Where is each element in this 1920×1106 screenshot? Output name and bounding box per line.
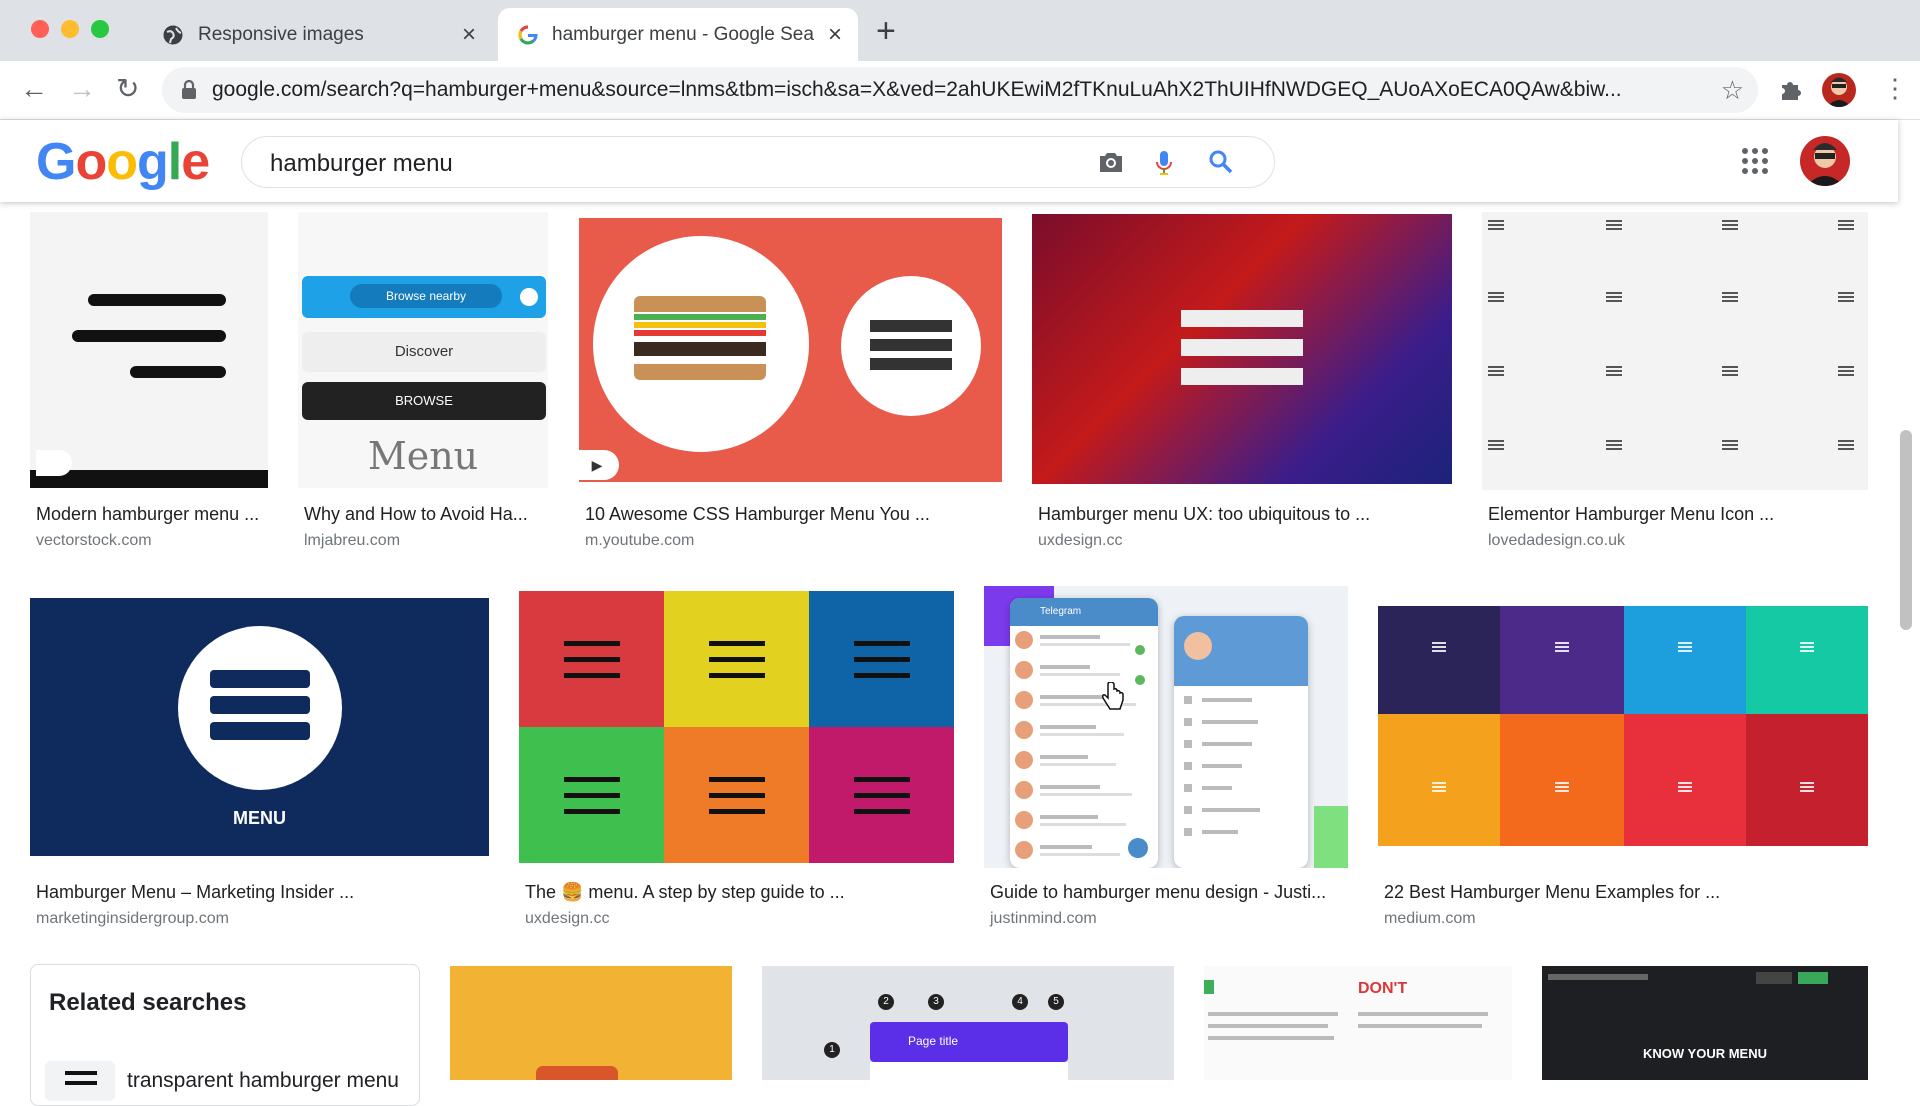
search-input[interactable]: hamburger menu (270, 150, 453, 178)
result-caption[interactable]: Elementor Hamburger Menu Icon ... (1488, 504, 1868, 525)
tab-title: Responsive images (198, 23, 364, 45)
address-bar[interactable]: google.com/search?q=hamburger+menu&sourc… (162, 67, 1758, 113)
related-search-item[interactable]: transparent hamburger menu (127, 1069, 399, 1093)
search-box[interactable]: hamburger menu (241, 136, 1275, 188)
microphone-icon[interactable] (1154, 149, 1174, 177)
browser-toolbar: ← → ↻ google.com/search?q=hamburger+menu… (0, 61, 1920, 120)
profile-avatar[interactable] (1822, 73, 1856, 107)
search-icon[interactable] (1208, 149, 1234, 175)
result-image-9[interactable] (1378, 606, 1868, 846)
result-image-2[interactable]: Browse nearby Discover BROWSE Menu (298, 212, 548, 488)
tab-strip: Responsive images × hamburger menu - Goo… (0, 0, 1920, 61)
result-source: medium.com (1384, 910, 1476, 927)
result-source: vectorstock.com (36, 532, 152, 549)
result-image-6[interactable]: MENU (30, 598, 489, 856)
result-caption[interactable]: 10 Awesome CSS Hamburger Menu You ... (585, 504, 1005, 525)
google-header: Google hamburger menu (0, 120, 1898, 202)
result-source: lmjabreu.com (304, 532, 401, 549)
result-caption[interactable]: Hamburger Menu – Marketing Insider ... (36, 882, 486, 903)
result-image-5[interactable] (1482, 212, 1868, 490)
tab-close-icon[interactable]: × (462, 22, 476, 47)
related-thumb[interactable] (45, 1061, 115, 1101)
result-image-4[interactable] (1032, 214, 1452, 484)
page-scrollbar[interactable] (1900, 430, 1912, 630)
google-favicon-icon (518, 24, 538, 44)
result-image-11[interactable]: Page title 1 2 3 4 5 (762, 966, 1174, 1080)
result-source: marketinginsidergroup.com (36, 910, 229, 927)
minimize-window-button[interactable] (61, 20, 79, 38)
forward-icon[interactable]: → (68, 75, 96, 103)
url-text[interactable]: google.com/search?q=hamburger+menu&sourc… (212, 78, 1702, 102)
result-caption[interactable]: Hamburger menu UX: too ubiquitous to ... (1038, 504, 1452, 525)
result-source: lovedadesign.co.uk (1488, 532, 1625, 549)
result-image-12[interactable]: DON'T (1204, 966, 1512, 1080)
result-caption[interactable]: Why and How to Avoid Ha... (304, 504, 548, 525)
globe-icon (163, 25, 183, 44)
browser-menu-icon[interactable]: ⋮ (1882, 75, 1908, 101)
result-source: m.youtube.com (585, 532, 695, 549)
zoom-window-button[interactable] (91, 20, 109, 38)
result-source: justinmind.com (990, 910, 1097, 927)
tab-title: hamburger menu - Google Sea (552, 23, 814, 45)
result-caption[interactable]: 22 Best Hamburger Menu Examples for ... (1384, 882, 1864, 903)
result-image-10[interactable] (450, 966, 732, 1080)
camera-icon[interactable] (1097, 149, 1125, 175)
reload-icon[interactable]: ↻ (116, 75, 139, 103)
hand-cursor-icon (1102, 682, 1124, 710)
result-caption[interactable]: Modern hamburger menu ... (36, 504, 268, 525)
result-image-3[interactable]: ▶ (579, 218, 1002, 482)
result-caption[interactable]: Guide to hamburger menu design - Justi..… (990, 882, 1342, 903)
result-image-8[interactable]: Telegram (984, 586, 1348, 868)
image-badge-icon (36, 450, 72, 476)
google-apps-icon[interactable] (1742, 148, 1768, 174)
related-searches-heading: Related searches (49, 989, 247, 1016)
result-source: uxdesign.cc (525, 910, 610, 927)
result-image-7[interactable] (519, 591, 954, 863)
tab-close-icon[interactable]: × (828, 22, 842, 47)
result-image-1[interactable] (30, 212, 268, 488)
result-caption[interactable]: The 🍔 menu. A step by step guide to ... (525, 882, 955, 903)
lock-icon[interactable] (180, 79, 198, 101)
tab-responsive-images[interactable]: Responsive images × (142, 8, 492, 61)
tab-google-search[interactable]: hamburger menu - Google Sea × (498, 8, 858, 61)
google-logo[interactable]: Google (36, 132, 210, 192)
result-image-13[interactable]: KNOW YOUR MENU (1542, 966, 1868, 1080)
close-window-button[interactable] (31, 20, 49, 38)
result-source: uxdesign.cc (1038, 532, 1123, 549)
bookmark-star-icon[interactable]: ☆ (1721, 75, 1744, 106)
related-searches-card: Related searches transparent hamburger m… (30, 964, 420, 1106)
play-icon: ▶ (579, 450, 619, 480)
extensions-puzzle-icon[interactable] (1778, 77, 1804, 103)
account-avatar[interactable] (1800, 136, 1850, 186)
back-icon[interactable]: ← (20, 75, 48, 103)
new-tab-icon[interactable]: + (876, 12, 896, 51)
